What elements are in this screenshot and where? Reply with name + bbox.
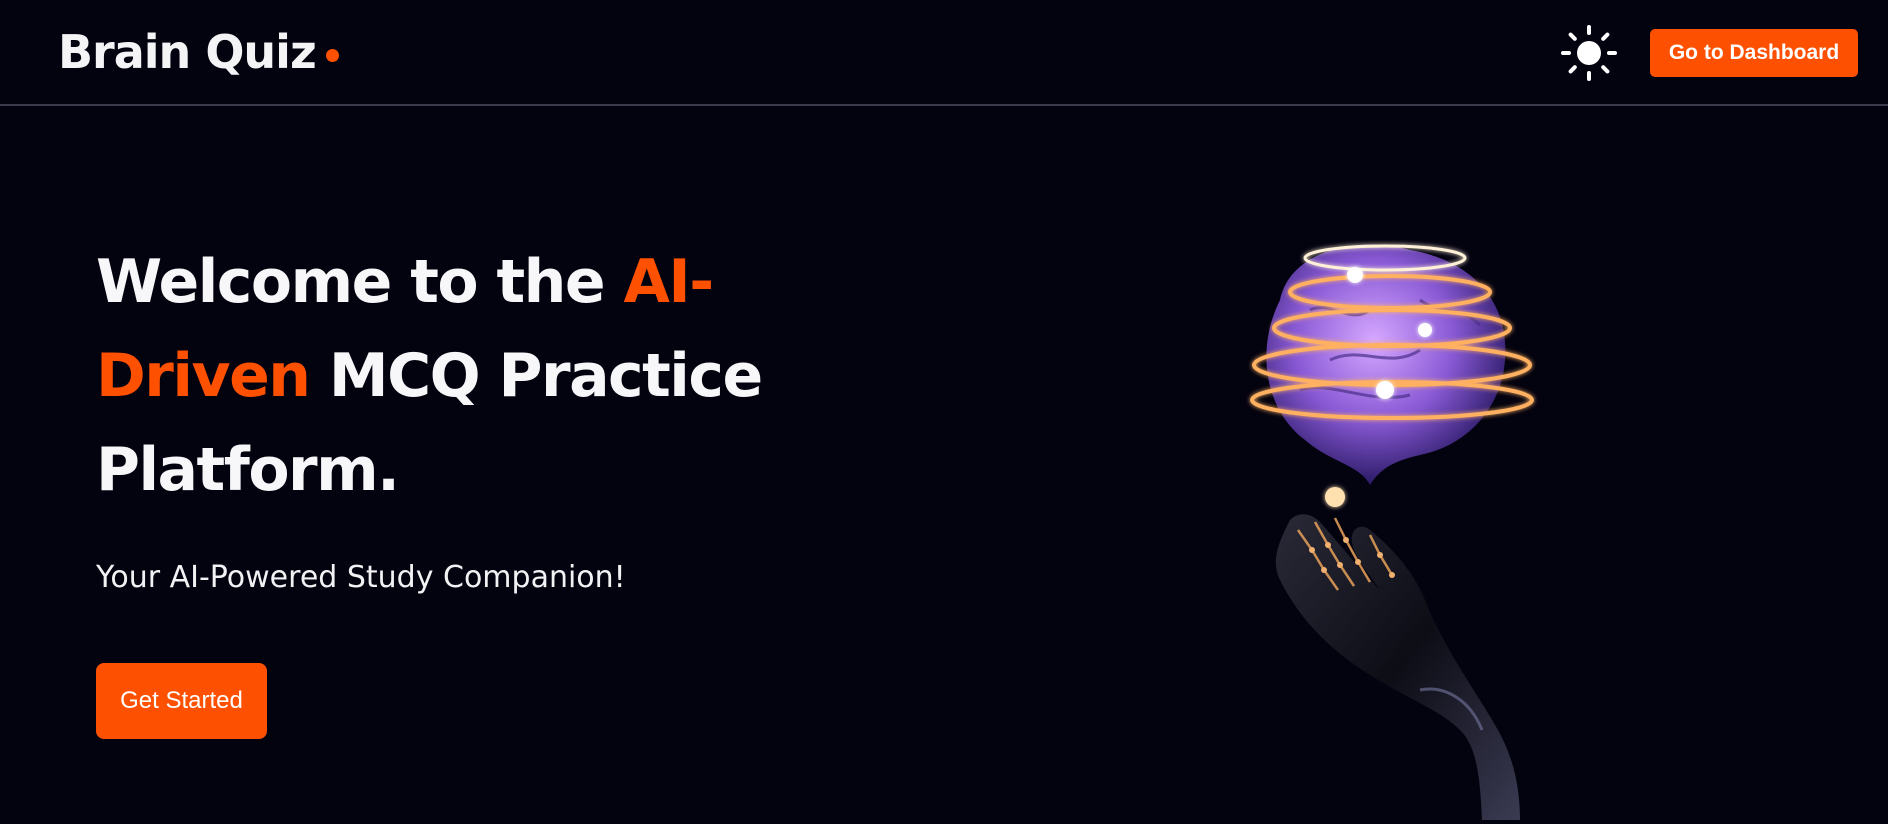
- brand-logo[interactable]: Brain Quiz: [58, 22, 339, 82]
- hero-title-part1: Welcome to the: [96, 247, 624, 317]
- hero-title: Welcome to the AI- Driven MCQ Practice Pla…: [96, 235, 816, 517]
- hero-subtitle: Your AI-Powered Study Companion!: [96, 560, 626, 595]
- hero-title-accent-2: Driven: [96, 341, 311, 411]
- go-to-dashboard-button[interactable]: Go to Dashboard: [1650, 29, 1858, 77]
- hero-title-accent-1: AI-: [623, 247, 714, 317]
- hero-title-part3: Platform.: [96, 435, 400, 505]
- get-started-button[interactable]: Get Started: [96, 663, 267, 739]
- hero-title-part2: MCQ Practice: [309, 341, 763, 411]
- hero-illustration: [1220, 230, 1560, 820]
- sun-icon: [1561, 25, 1617, 81]
- brand-name: Brain Quiz: [58, 25, 317, 79]
- robot-hand-brain-icon: [1250, 244, 1534, 820]
- theme-toggle-button[interactable]: [1560, 24, 1618, 82]
- brand-dot: [325, 49, 339, 62]
- top-navbar: Brain Quiz Go to Dashboard: [0, 0, 1888, 106]
